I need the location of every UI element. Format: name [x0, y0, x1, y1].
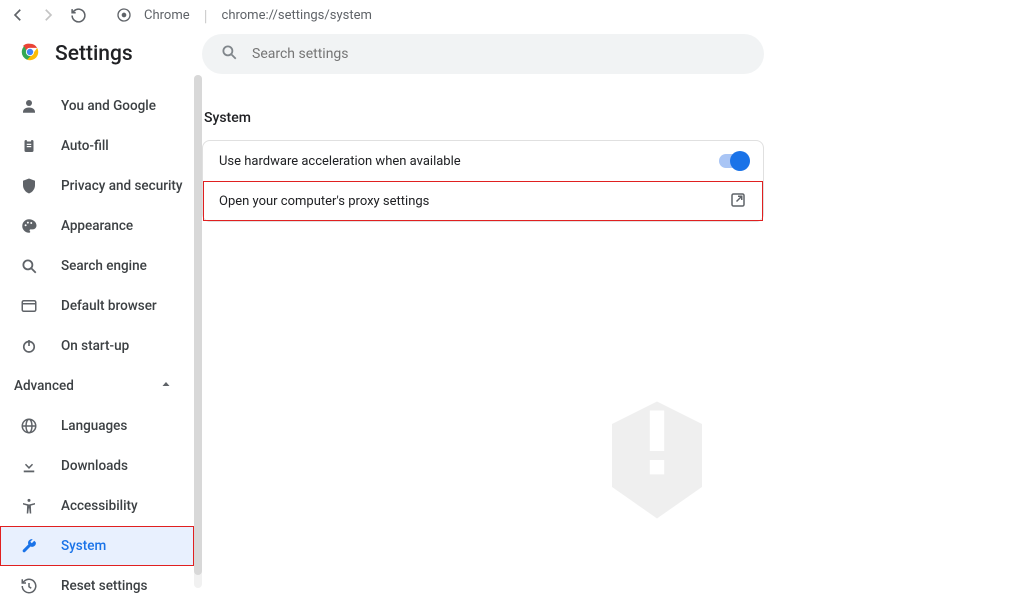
browser-bar: Chrome | chrome://settings/system [0, 0, 1024, 30]
browser-separator: | [204, 6, 208, 25]
search-icon [19, 256, 39, 276]
wrench-icon [19, 536, 39, 556]
browser-url[interactable]: chrome://settings/system [222, 8, 372, 23]
sidebar-item-label: Appearance [61, 218, 133, 234]
sidebar-item-on-startup[interactable]: On start-up [0, 326, 194, 366]
search-input[interactable] [252, 46, 746, 62]
page-title: Settings [55, 42, 133, 66]
row-label: Use hardware acceleration when available [219, 154, 461, 169]
clipboard-icon [19, 136, 39, 156]
sidebar-item-label: You and Google [61, 98, 156, 114]
restore-icon [19, 576, 39, 596]
sidebar-item-label: Default browser [61, 298, 157, 314]
sidebar-item-label: Auto-fill [61, 138, 109, 154]
brand: Settings [0, 30, 194, 78]
sidebar-item-privacy[interactable]: Privacy and security [0, 166, 194, 206]
section-title: System [204, 110, 884, 126]
sidebar-item-label: Downloads [61, 458, 128, 474]
shield-icon [19, 176, 39, 196]
watermark-icon [612, 400, 702, 520]
reload-icon[interactable] [68, 5, 88, 25]
chrome-logo-icon [19, 41, 41, 67]
sidebar-item-you-and-google[interactable]: You and Google [0, 86, 194, 126]
sidebar-scrollbar[interactable] [194, 75, 202, 588]
person-icon [19, 96, 39, 116]
sidebar-item-label: Search engine [61, 258, 147, 274]
sidebar-item-label: Accessibility [61, 498, 138, 514]
sidebar-item-default-browser[interactable]: Default browser [0, 286, 194, 326]
sidebar-item-search-engine[interactable]: Search engine [0, 246, 194, 286]
browser-window-icon [19, 296, 39, 316]
chevron-up-icon [160, 378, 172, 394]
sidebar-advanced-label: Advanced [14, 378, 74, 394]
sidebar-item-label: Reset settings [61, 578, 147, 594]
row-hardware-acceleration[interactable]: Use hardware acceleration when available [203, 141, 763, 181]
sidebar-item-downloads[interactable]: Downloads [0, 446, 194, 486]
chrome-site-icon [114, 5, 134, 25]
row-proxy-settings[interactable]: Open your computer's proxy settings [203, 181, 763, 221]
open-external-icon [729, 191, 747, 213]
system-settings-card: Use hardware acceleration when available… [202, 140, 764, 222]
main-content: System Use hardware acceleration when av… [202, 30, 1024, 613]
sidebar-item-label: Languages [61, 418, 127, 434]
sidebar: Settings You and Google Auto-fill Privac… [0, 30, 194, 613]
search-settings[interactable] [202, 34, 764, 74]
sidebar-item-label: System [61, 538, 106, 554]
sidebar-item-reset[interactable]: Reset settings [0, 566, 194, 606]
sidebar-item-languages[interactable]: Languages [0, 406, 194, 446]
sidebar-item-label: Privacy and security [61, 178, 183, 194]
sidebar-item-appearance[interactable]: Appearance [0, 206, 194, 246]
sidebar-item-system[interactable]: System [0, 526, 194, 566]
accessibility-icon [19, 496, 39, 516]
palette-icon [19, 216, 39, 236]
sidebar-item-label: On start-up [61, 338, 129, 354]
sidebar-item-autofill[interactable]: Auto-fill [0, 126, 194, 166]
browser-app-label: Chrome [144, 8, 190, 23]
search-icon [220, 43, 238, 65]
toggle-hardware-acceleration[interactable] [719, 154, 747, 168]
forward-icon[interactable] [38, 5, 58, 25]
sidebar-advanced-toggle[interactable]: Advanced [0, 366, 194, 406]
download-icon [19, 456, 39, 476]
back-icon[interactable] [8, 5, 28, 25]
globe-icon [19, 416, 39, 436]
row-label: Open your computer's proxy settings [219, 194, 429, 209]
sidebar-item-accessibility[interactable]: Accessibility [0, 486, 194, 526]
power-icon [19, 336, 39, 356]
